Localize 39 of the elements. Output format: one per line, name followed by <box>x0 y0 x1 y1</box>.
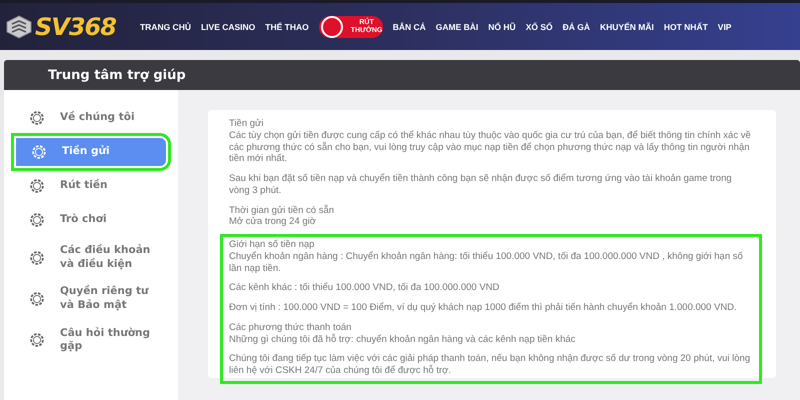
nav-link[interactable]: BẮN CÁ <box>392 22 426 32</box>
gear-icon <box>28 211 46 229</box>
sidebar-item[interactable]: Câu hỏi thường gặp <box>4 322 178 358</box>
logo-text[interactable]: SV368 <box>35 12 116 40</box>
nav-link[interactable]: LIVE CASINO <box>200 22 256 32</box>
content-text: Tiền gửi <box>229 118 265 130</box>
content-text: Những gì chúng tôi đã hỗ trợ: chuyển khoản ngân hàng và các kênh nạp tiền khác <box>229 334 576 346</box>
nav-link[interactable]: KHUYẾN MÃI <box>600 22 654 32</box>
nav-link[interactable]: TRANG CHỦ <box>140 22 191 32</box>
sidebar-item[interactable]: Về chúng tôi <box>4 104 178 132</box>
nav-link[interactable]: XỔ SỐ <box>526 22 553 32</box>
content-text: Thời gian gửi tiền có sẵn <box>229 204 336 216</box>
content-text: Các tùy chọn gửi tiền được cung cấp có thể khác nhau tùy thuộc vào quốc gia cư trú của bạn, để biết thông tin chính xác về các phương thức có sẵn cho bạn, vui lòng truy cập vào mục nạp tiền để chọn phương thức nạp và lấy thông tin người nhận tiền mới nhất. <box>229 130 752 166</box>
sidebar-item[interactable]: Trò chơi <box>4 206 178 234</box>
sidebar-item[interactable]: Rút tiền <box>4 172 178 200</box>
content-text: Đơn vị tính : 100.000 VND = 100 Điểm, ví dụ quý khách nạp 1000 điểm thì phải tiến hành chuyển khoản 1.000.000 VND. <box>229 302 738 314</box>
content-text: Mở cửa trong 24 giờ <box>229 216 317 228</box>
panel-title: Trung tâm trợ giúp <box>4 60 800 90</box>
gear-icon <box>28 331 46 350</box>
content-text: Sau khi bạn đặt số tiền nạp và chuyển tiền thành công bạn sẽ nhận được số điểm tương ứng vào tài khoản game trong vòng 3 phút. <box>229 173 733 197</box>
nav-link[interactable]: ĐÁ GÀ <box>562 22 590 32</box>
nav-link[interactable]: GAME BÀI <box>436 22 478 32</box>
content-text: Giới hạn số tiền nạp <box>229 239 316 251</box>
content-text: Chuyển khoản ngân hàng : Chuyển khoản ngân hàng: tối thiểu 100.000 VND, tối đa 100.000.000 VND , không giới hạn số lần nạp tiền. <box>229 250 744 274</box>
gear-icon <box>28 177 46 195</box>
gear-icon <box>28 248 46 267</box>
nav-link[interactable]: NỔ HŨ <box>488 22 516 32</box>
content-text: Chúng tôi đang tiếp tục làm việc với các giải pháp thanh toán, nếu bạn không nhận được số dư trong vòng 20 phút, vui lòng liên hệ với CSKH 24/7 của chúng tôi để được hỗ trợ. <box>229 353 752 378</box>
content-text: Các kênh khác : tối thiểu 100.000 VND, tối đa 100.000.000 VND <box>229 282 500 294</box>
nav-link[interactable]: VIP <box>718 22 732 32</box>
sidebar-item[interactable]: Các điều khoản và điều kiện <box>4 240 178 276</box>
gear-icon <box>28 109 46 127</box>
gear-icon <box>28 290 46 308</box>
nav-link[interactable]: HOT NHẤT <box>664 22 708 32</box>
content-text: Các phương thức thanh toán <box>229 322 352 334</box>
gear-icon <box>30 143 48 161</box>
sidebar-item[interactable]: Quyền riêng tư và Bảo mật <box>4 281 178 317</box>
nav-link[interactable]: THỂ THAO <box>265 22 309 32</box>
logo-icon <box>6 14 32 38</box>
